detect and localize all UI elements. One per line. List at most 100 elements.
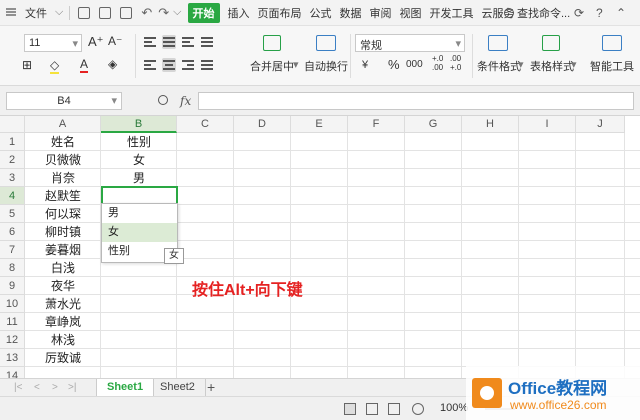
currency-icon[interactable]: ¥ bbox=[362, 59, 368, 71]
font-color-icon[interactable]: A bbox=[80, 57, 89, 73]
cell-a10[interactable]: 萧水光 bbox=[25, 295, 101, 313]
smart-tool-button[interactable]: 智能工具 bbox=[590, 58, 634, 74]
border-icon[interactable]: ⊞ bbox=[22, 58, 32, 72]
row-header-6[interactable]: 6 bbox=[0, 223, 25, 241]
normal-view-icon[interactable] bbox=[344, 403, 356, 415]
thousands-button[interactable]: 000 bbox=[406, 59, 423, 70]
align-top-icon[interactable] bbox=[143, 35, 157, 49]
print-icon[interactable] bbox=[99, 6, 112, 19]
increase-decimal-button[interactable]: +.0 .00 bbox=[432, 54, 443, 72]
tab-page-layout[interactable]: 页面布局 bbox=[258, 5, 302, 21]
column-header-f[interactable]: F bbox=[348, 116, 405, 133]
file-menu[interactable]: 文件 bbox=[25, 5, 47, 21]
name-box[interactable]: B4 ▾ bbox=[6, 92, 122, 110]
tab-view[interactable]: 视图 bbox=[400, 5, 422, 21]
column-header-i[interactable]: I bbox=[519, 116, 576, 133]
chevron-down-icon[interactable]: ▾ bbox=[571, 58, 577, 71]
font-shrink-button[interactable]: A⁻ bbox=[108, 34, 122, 48]
page-layout-icon[interactable] bbox=[366, 403, 378, 415]
conditional-format-icon[interactable] bbox=[488, 35, 508, 51]
column-header-h[interactable]: H bbox=[462, 116, 519, 133]
tab-start[interactable]: 开始 bbox=[187, 2, 220, 23]
formula-input[interactable] bbox=[198, 92, 634, 110]
row-header-12[interactable]: 12 bbox=[0, 331, 25, 349]
font-grow-button[interactable]: A⁺ bbox=[88, 34, 104, 50]
zoom-icon[interactable] bbox=[158, 95, 168, 105]
row-header-4[interactable]: 4 bbox=[0, 187, 25, 205]
column-header-j[interactable]: J bbox=[576, 116, 625, 133]
column-header-c[interactable]: C bbox=[177, 116, 234, 133]
column-header-a[interactable]: A bbox=[25, 116, 101, 133]
wrap-text-button[interactable]: 自动换行 bbox=[304, 58, 348, 74]
dropdown-option-highlighted[interactable]: 女 bbox=[102, 223, 177, 242]
undo-icon[interactable]: ↶ bbox=[141, 5, 152, 21]
cell-a7[interactable]: 姜暮烟 bbox=[25, 241, 101, 259]
select-all-corner[interactable] bbox=[0, 116, 25, 133]
next-sheet-icon[interactable]: > bbox=[52, 382, 58, 393]
row-header-10[interactable]: 10 bbox=[0, 295, 25, 313]
tab-sheet2[interactable]: Sheet2 bbox=[150, 379, 206, 396]
collapse-ribbon-icon[interactable]: ⌃ bbox=[616, 6, 626, 20]
spreadsheet-grid[interactable]: A B C D E F G H I J 1 2 3 4 5 6 7 8 9 10 11 12 13 14 姓名 贝微微 肖奈 赵默笙何… bbox=[0, 116, 640, 378]
table-style-icon[interactable] bbox=[542, 35, 560, 51]
cell-b2[interactable]: 女 bbox=[101, 151, 177, 169]
align-bottom-icon[interactable] bbox=[181, 35, 195, 49]
cell-a1[interactable]: 姓名 bbox=[25, 133, 101, 151]
column-header-b[interactable]: B bbox=[101, 116, 177, 133]
number-format-select[interactable]: 常规 ▾ bbox=[355, 34, 465, 52]
row-header-2[interactable]: 2 bbox=[0, 151, 25, 169]
percent-button[interactable]: % bbox=[388, 57, 400, 72]
cell-a13[interactable]: 厉致诚 bbox=[25, 349, 101, 367]
merge-center-icon[interactable] bbox=[263, 35, 281, 51]
file-dropdown-icon[interactable]: ⌵ bbox=[55, 6, 63, 19]
align-right-icon[interactable] bbox=[181, 58, 195, 72]
tab-review[interactable]: 审阅 bbox=[370, 5, 392, 21]
smart-tool-icon[interactable] bbox=[602, 35, 622, 51]
chevron-down-icon[interactable]: ▾ bbox=[518, 58, 524, 71]
cell-b1[interactable]: 性别 bbox=[101, 133, 177, 151]
first-sheet-icon[interactable]: |< bbox=[14, 382, 22, 393]
row-header-5[interactable]: 5 bbox=[0, 205, 25, 223]
dropdown-option[interactable]: 男 bbox=[102, 204, 177, 223]
align-left-icon[interactable] bbox=[143, 58, 157, 72]
help-icon[interactable]: ? bbox=[596, 6, 603, 20]
distribute-icon[interactable] bbox=[200, 58, 214, 72]
clear-format-icon[interactable]: ◈ bbox=[108, 57, 117, 71]
fill-color-icon[interactable]: ◇ bbox=[50, 58, 60, 74]
chevron-down-icon[interactable]: ▾ bbox=[293, 58, 299, 71]
orientation-icon[interactable] bbox=[200, 35, 214, 49]
row-header-14[interactable]: 14 bbox=[0, 367, 25, 378]
row-header-8[interactable]: 8 bbox=[0, 259, 25, 277]
row-header-13[interactable]: 13 bbox=[0, 349, 25, 367]
tab-formulas[interactable]: 公式 bbox=[310, 5, 332, 21]
row-header-3[interactable]: 3 bbox=[0, 169, 25, 187]
table-style-button[interactable]: 表格样式 bbox=[530, 58, 574, 74]
command-search[interactable]: 查找命令... bbox=[504, 5, 570, 21]
cell-a11[interactable]: 章峥岚 bbox=[25, 313, 101, 331]
cell-a9[interactable]: 夜华 bbox=[25, 277, 101, 295]
tab-insert[interactable]: 插入 bbox=[228, 5, 250, 21]
quick-access-dropdown-icon[interactable]: ⌵ bbox=[173, 6, 181, 19]
tab-data[interactable]: 数据 bbox=[340, 5, 362, 21]
align-center-icon[interactable] bbox=[162, 58, 176, 72]
zoom-level[interactable]: 100% bbox=[440, 402, 468, 414]
font-size-select[interactable]: 11 ▾ bbox=[24, 34, 82, 52]
last-sheet-icon[interactable]: >| bbox=[68, 382, 76, 393]
align-middle-icon[interactable] bbox=[162, 35, 176, 49]
sync-icon[interactable]: ⟳ bbox=[574, 6, 584, 20]
redo-icon[interactable]: ↷ bbox=[158, 5, 169, 21]
cell-a2[interactable]: 贝微微 bbox=[25, 151, 101, 169]
save-icon[interactable] bbox=[78, 6, 91, 19]
row-header-1[interactable]: 1 bbox=[0, 133, 25, 151]
cell-a12[interactable]: 林浅 bbox=[25, 331, 101, 349]
row-header-9[interactable]: 9 bbox=[0, 277, 25, 295]
print-preview-icon[interactable] bbox=[120, 6, 133, 19]
cell-a4[interactable]: 赵默笙 bbox=[25, 187, 101, 205]
merge-center-button[interactable]: 合并居中 bbox=[250, 58, 294, 74]
row-header-7[interactable]: 7 bbox=[0, 241, 25, 259]
tab-sheet1[interactable]: Sheet1 bbox=[96, 379, 155, 396]
cell-b3[interactable]: 男 bbox=[101, 169, 177, 187]
cell-a5[interactable]: 何以琛 bbox=[25, 205, 101, 223]
conditional-format-button[interactable]: 条件格式 bbox=[477, 58, 521, 74]
column-header-e[interactable]: E bbox=[291, 116, 348, 133]
